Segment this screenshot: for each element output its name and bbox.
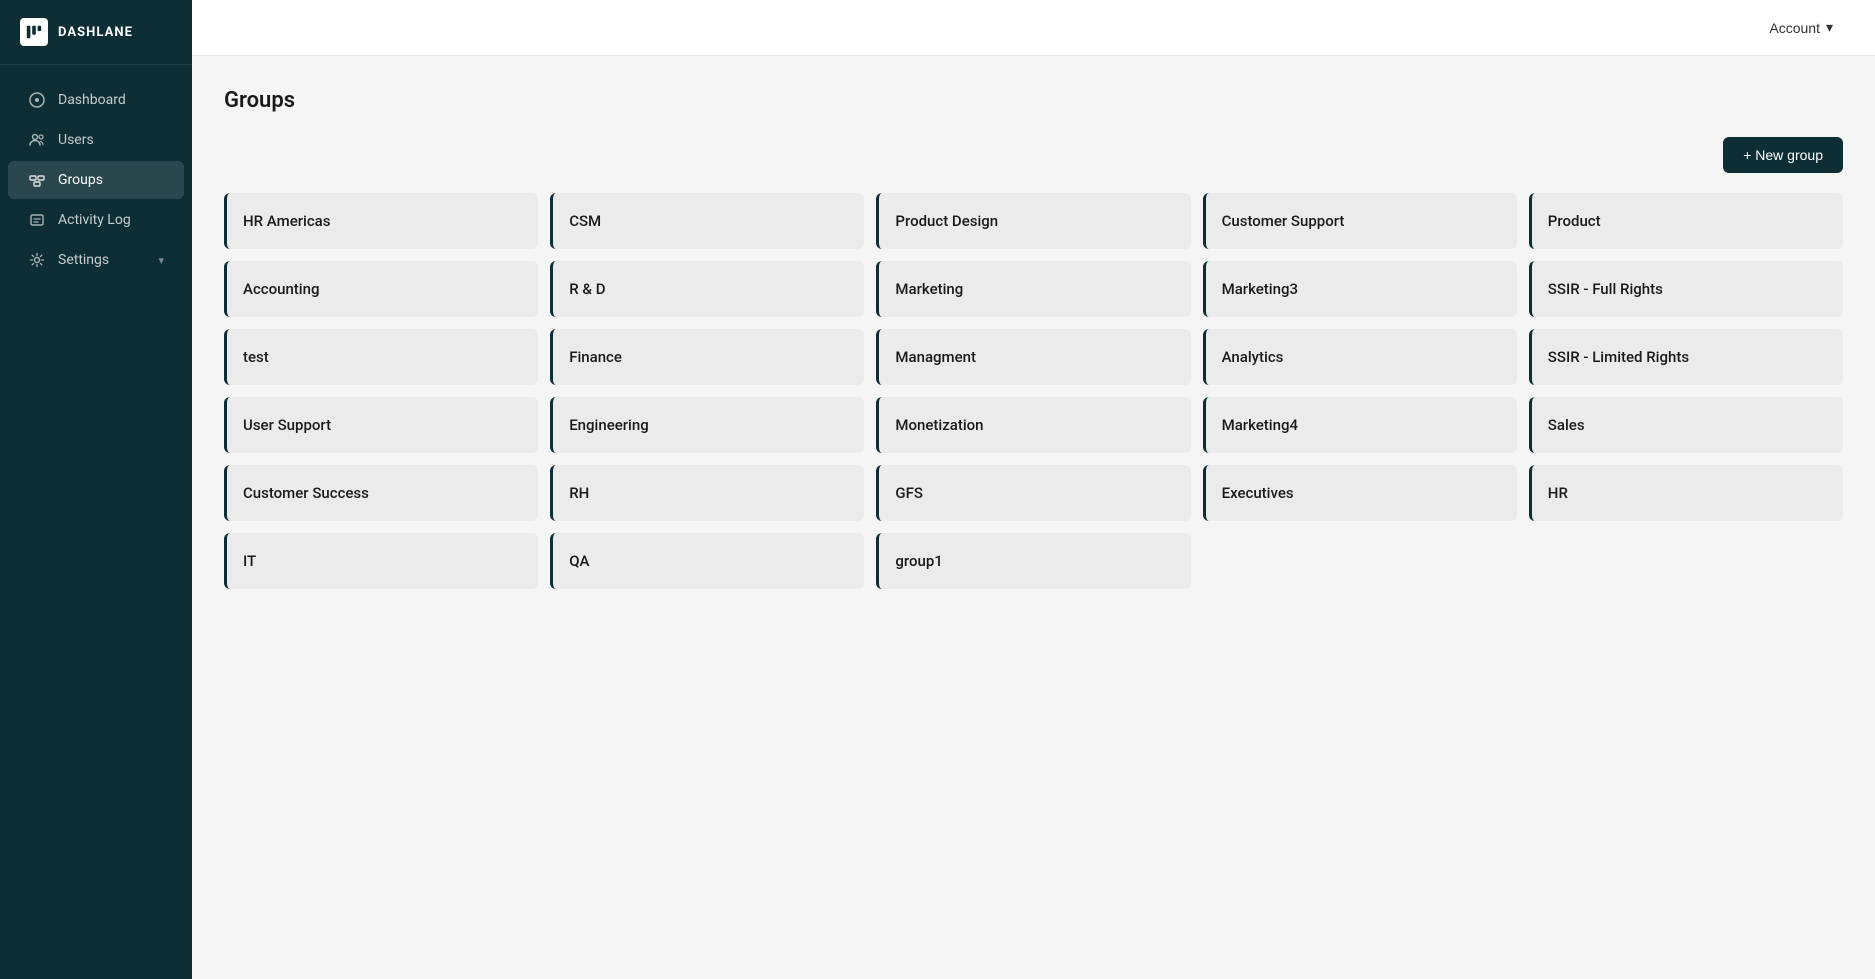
group-card[interactable]: Customer Success (224, 465, 538, 521)
group-card[interactable]: group1 (876, 533, 1190, 589)
account-label: Account (1769, 20, 1820, 36)
group-card[interactable]: HR Americas (224, 193, 538, 249)
dashlane-logo-icon (20, 18, 48, 46)
group-card[interactable]: Marketing4 (1203, 397, 1517, 453)
sidebar-item-settings[interactable]: Settings ▾ (8, 241, 184, 279)
group-card[interactable]: SSIR - Limited Rights (1529, 329, 1843, 385)
group-card[interactable]: Marketing3 (1203, 261, 1517, 317)
sidebar-item-users-label: Users (58, 132, 94, 148)
sidebar-navigation: Dashboard Users Groups (0, 65, 192, 295)
group-card[interactable]: RH (550, 465, 864, 521)
group-card[interactable]: User Support (224, 397, 538, 453)
new-group-button[interactable]: + New group (1723, 137, 1843, 173)
sidebar-logo-text: DASHLANE (58, 25, 133, 40)
main-content: Account ▾ Groups + New group HR Americas… (192, 0, 1875, 979)
sidebar-item-groups-label: Groups (58, 172, 103, 188)
group-card[interactable]: Engineering (550, 397, 864, 453)
group-card[interactable]: IT (224, 533, 538, 589)
page-content: Groups + New group HR AmericasCSMProduct… (192, 56, 1875, 979)
sidebar-logo: DASHLANE (0, 0, 192, 65)
account-button[interactable]: Account ▾ (1759, 13, 1843, 42)
sidebar-item-activity-log[interactable]: Activity Log (8, 201, 184, 239)
group-card[interactable]: Finance (550, 329, 864, 385)
sidebar-item-dashboard-label: Dashboard (58, 92, 126, 108)
settings-icon (28, 251, 46, 269)
group-card[interactable]: Managment (876, 329, 1190, 385)
group-card[interactable]: Customer Support (1203, 193, 1517, 249)
account-chevron: ▾ (1826, 19, 1833, 36)
topbar: Account ▾ (192, 0, 1875, 56)
toolbar: + New group (224, 137, 1843, 173)
group-card[interactable]: Sales (1529, 397, 1843, 453)
group-card[interactable]: R & D (550, 261, 864, 317)
chevron-down-icon: ▾ (158, 254, 164, 267)
sidebar-item-groups[interactable]: Groups (8, 161, 184, 199)
sidebar-item-dashboard[interactable]: Dashboard (8, 81, 184, 119)
sidebar: DASHLANE Dashboard Users (0, 0, 192, 979)
groups-grid: HR AmericasCSMProduct DesignCustomer Sup… (224, 193, 1843, 589)
users-icon (28, 131, 46, 149)
group-card[interactable]: Monetization (876, 397, 1190, 453)
group-card[interactable]: Analytics (1203, 329, 1517, 385)
group-card[interactable]: test (224, 329, 538, 385)
group-card[interactable]: Executives (1203, 465, 1517, 521)
page-title: Groups (224, 88, 1843, 113)
group-card[interactable]: GFS (876, 465, 1190, 521)
dashboard-icon (28, 91, 46, 109)
activity-icon (28, 211, 46, 229)
group-card[interactable]: SSIR - Full Rights (1529, 261, 1843, 317)
group-card[interactable]: Product (1529, 193, 1843, 249)
groups-icon (28, 171, 46, 189)
group-card[interactable]: CSM (550, 193, 864, 249)
group-card[interactable]: HR (1529, 465, 1843, 521)
group-card[interactable]: Marketing (876, 261, 1190, 317)
sidebar-item-activity-label: Activity Log (58, 212, 131, 228)
sidebar-item-settings-label: Settings (58, 252, 109, 268)
sidebar-item-users[interactable]: Users (8, 121, 184, 159)
group-card[interactable]: QA (550, 533, 864, 589)
group-card[interactable]: Product Design (876, 193, 1190, 249)
group-card[interactable]: Accounting (224, 261, 538, 317)
